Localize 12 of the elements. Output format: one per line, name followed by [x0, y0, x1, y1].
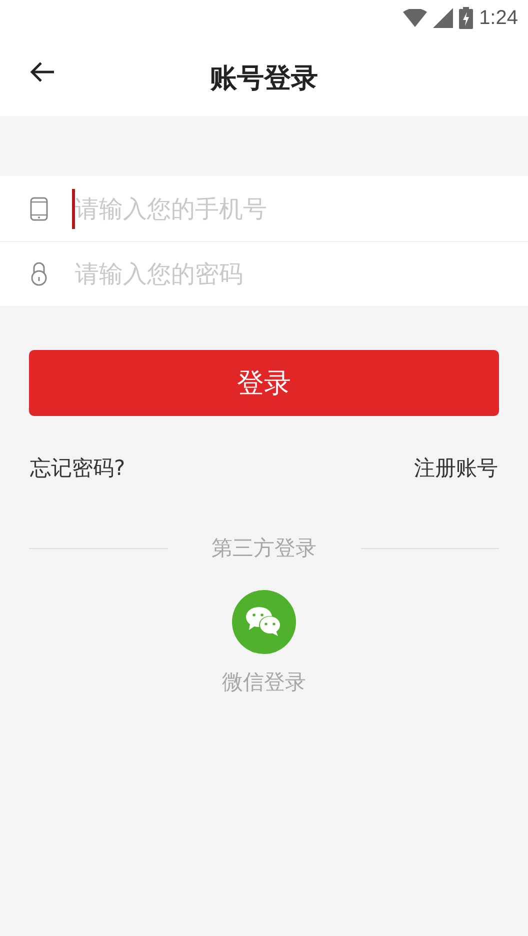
signal-icon — [433, 8, 454, 28]
battery-icon — [459, 7, 474, 29]
forgot-password-link[interactable]: 忘记密码? — [30, 454, 126, 482]
page-title: 账号登录 — [210, 62, 318, 96]
third-party-heading: 第三方登录 — [212, 535, 316, 562]
wifi-icon — [403, 9, 428, 27]
phone-icon — [30, 196, 48, 220]
wechat-login-label: 微信登录 — [222, 669, 306, 696]
login-button[interactable]: 登录 — [29, 350, 499, 416]
status-time: 1:24 — [479, 6, 518, 30]
lock-icon — [30, 262, 48, 286]
register-link[interactable]: 注册账号 — [414, 454, 498, 482]
